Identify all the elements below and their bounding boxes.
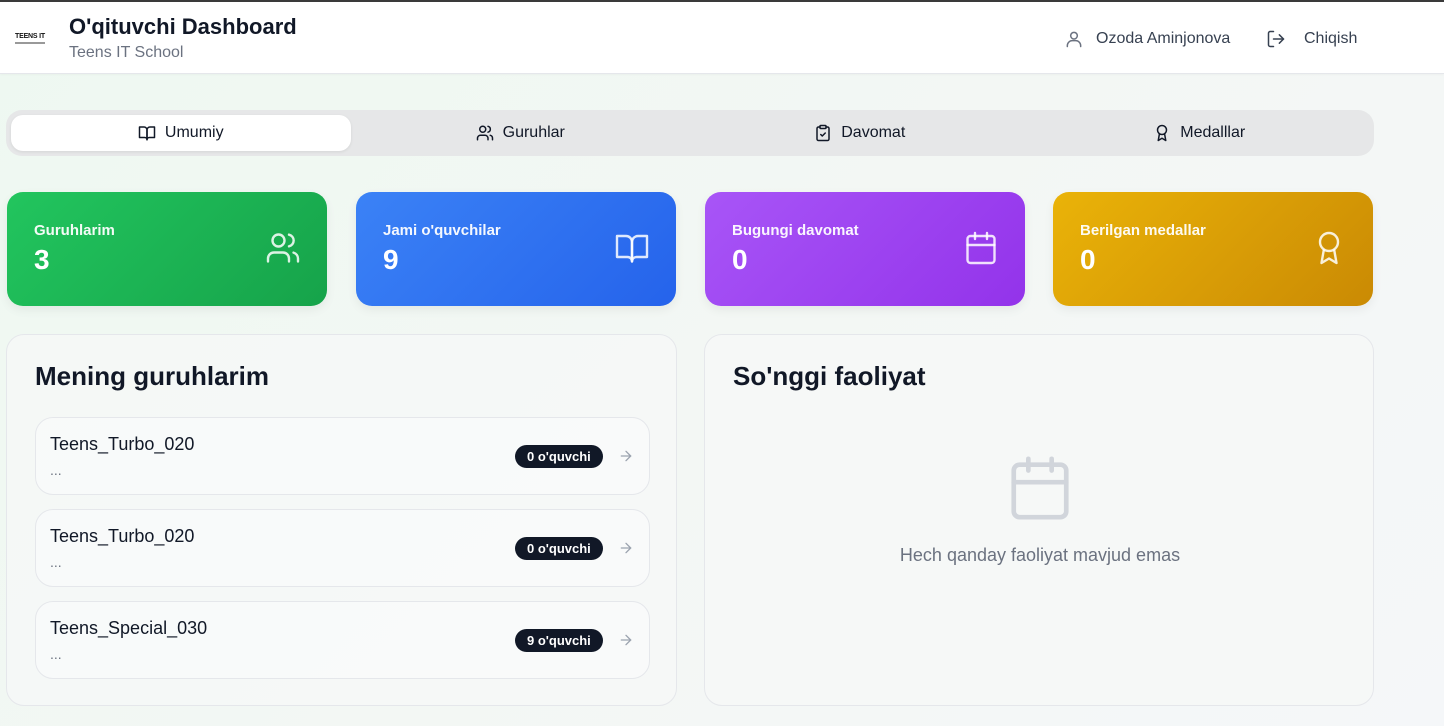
stat-card-bugungi-davomat: Bugungi davomat 0 <box>705 192 1025 306</box>
award-icon <box>1318 231 1340 265</box>
main-tabs: Umumiy Guruhlar Davomat Medalllar <box>6 110 1374 156</box>
user-profile[interactable]: Ozoda Aminjonova <box>1064 27 1230 51</box>
logo-underline <box>15 41 45 44</box>
group-name: Teens_Turbo_020 <box>50 434 195 454</box>
my-groups-panel: Mening guruhlarim Teens_Turbo_020 ... 0 … <box>6 334 677 706</box>
panel-title: So'nggi faoliyat <box>733 361 926 391</box>
calendar-icon <box>1011 456 1069 520</box>
page-subtitle: Teens IT School <box>69 44 184 61</box>
users-icon <box>266 233 300 263</box>
tab-guruhlar[interactable]: Guruhlar <box>351 115 691 151</box>
arrow-right-icon <box>620 634 632 646</box>
student-count-badge: 0 o'quvchi <box>515 537 603 560</box>
stat-card-guruhlarim: Guruhlarim 3 <box>7 192 327 306</box>
award-icon <box>1157 124 1168 142</box>
empty-state-text: Hech qanday faoliyat mavjud emas <box>899 545 1181 565</box>
recent-activity-panel: So'nggi faoliyat Hech qanday faoliyat ma… <box>704 334 1374 706</box>
arrow-right-icon <box>620 450 632 462</box>
stat-value: 3 <box>34 244 50 275</box>
stat-label: Jami o'quvchilar <box>383 222 501 239</box>
tab-davomat[interactable]: Davomat <box>690 115 1030 151</box>
app-header: TEENS IT O'qituvchi Dashboard Teens IT S… <box>0 2 1444 74</box>
stat-card-berilgan-medallar: Berilgan medallar 0 <box>1053 192 1373 306</box>
student-count-badge: 0 o'quvchi <box>515 445 603 468</box>
clipboard-check-icon <box>816 124 830 142</box>
school-logo: TEENS IT <box>10 30 50 46</box>
logout-label: Chiqish <box>1304 30 1358 47</box>
group-name: Teens_Turbo_020 <box>50 526 195 546</box>
book-open-icon <box>138 126 156 141</box>
group-item[interactable]: Teens_Turbo_020 ... 0 o'quvchi <box>35 509 650 587</box>
book-open-icon <box>615 234 649 263</box>
stat-value: 0 <box>1080 244 1096 275</box>
stat-label: Berilgan medallar <box>1080 222 1206 239</box>
tab-label: Medalllar <box>1180 124 1246 141</box>
group-description: ... <box>50 554 62 570</box>
stat-value: 0 <box>732 244 748 275</box>
panel-title: Mening guruhlarim <box>35 361 269 391</box>
group-item[interactable]: Teens_Turbo_020 ... 0 o'quvchi <box>35 417 650 495</box>
stat-label: Bugungi davomat <box>732 222 859 239</box>
stat-label: Guruhlarim <box>34 222 115 239</box>
stat-value: 9 <box>383 244 399 275</box>
group-description: ... <box>50 646 62 662</box>
user-name: Ozoda Aminjonova <box>1096 30 1231 47</box>
logout-icon <box>1267 30 1285 48</box>
user-icon <box>1066 31 1082 48</box>
tab-label: Umumiy <box>164 124 224 141</box>
group-description: ... <box>50 462 62 478</box>
tab-label: Davomat <box>841 124 906 141</box>
tab-medalllar[interactable]: Medalllar <box>1030 115 1370 151</box>
tab-umumiy[interactable]: Umumiy <box>11 115 351 151</box>
logout-button[interactable]: Chiqish <box>1266 27 1357 51</box>
tab-label: Guruhlar <box>502 124 565 141</box>
arrow-right-icon <box>620 542 632 554</box>
group-item[interactable]: Teens_Special_030 ... 9 o'quvchi <box>35 601 650 679</box>
student-count-badge: 9 o'quvchi <box>515 629 603 652</box>
group-name: Teens_Special_030 <box>50 618 208 638</box>
calendar-icon <box>966 231 996 265</box>
logo-text: TEENS IT <box>15 32 45 40</box>
users-icon <box>476 125 493 141</box>
page-title: O'qituvchi Dashboard <box>69 14 297 39</box>
stat-card-jami-oquvchilar: Jami o'quvchilar 9 <box>356 192 676 306</box>
